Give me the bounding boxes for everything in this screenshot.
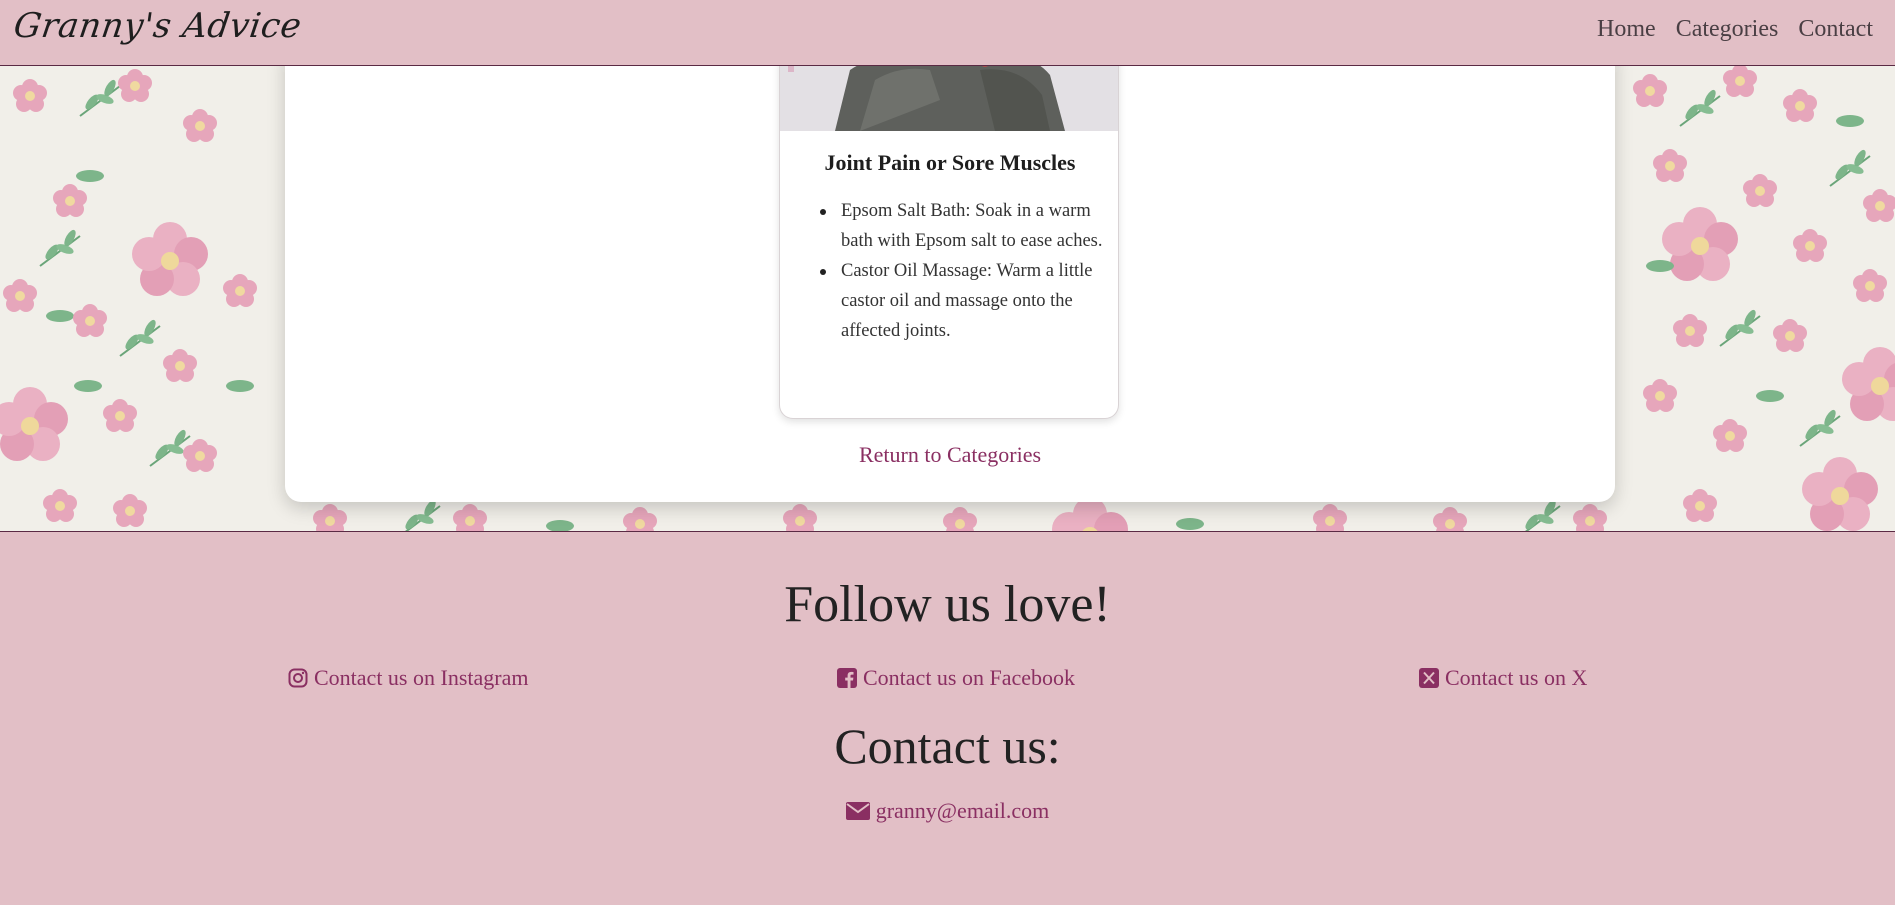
return-to-categories-link[interactable]: Return to Categories — [285, 442, 1615, 468]
x-icon — [1419, 668, 1439, 688]
footer: Follow us love! Contact us on Instagram … — [0, 533, 1895, 905]
follow-heading: Follow us love! — [784, 576, 1111, 633]
nav-links: Home Categories Contact — [1597, 16, 1873, 43]
email-link-label: granny@email.com — [875, 798, 1050, 823]
main-content-card: Joint Pain or Sore Muscles Epsom Salt Ba… — [285, 50, 1615, 502]
facebook-link[interactable]: Contact us on Facebook — [837, 665, 1075, 691]
x-link[interactable]: Contact us on X — [1419, 665, 1587, 691]
navbar: Granny's Advice Home Categories Contact — [0, 0, 1895, 66]
remedy-title: Joint Pain or Sore Muscles — [824, 150, 1076, 175]
envelope-icon — [845, 802, 870, 820]
nav-home-link[interactable]: Home — [1597, 16, 1656, 43]
instagram-link-label: Contact us on Instagram — [314, 665, 529, 690]
remedy-list: Epsom Salt Bath: Soak in a warm bath wit… — [820, 196, 1105, 346]
instagram-icon — [288, 668, 308, 688]
instagram-link[interactable]: Contact us on Instagram — [288, 665, 528, 691]
remedy-item: Epsom Salt Bath: Soak in a warm bath wit… — [820, 196, 1105, 256]
email-link[interactable]: granny@email.com — [0, 798, 1895, 824]
x-link-label: Contact us on X — [1445, 665, 1588, 690]
nav-contact-link[interactable]: Contact — [1798, 16, 1873, 43]
facebook-link-label: Contact us on Facebook — [863, 665, 1076, 690]
facebook-icon — [837, 668, 857, 688]
remedy-card: Joint Pain or Sore Muscles Epsom Salt Ba… — [779, 50, 1119, 419]
contact-heading: Contact us: — [834, 718, 1061, 774]
brand-logo[interactable]: Granny's Advice — [11, 6, 304, 46]
remedy-item: Castor Oil Massage: Warm a little castor… — [820, 256, 1105, 346]
nav-categories-link[interactable]: Categories — [1676, 16, 1779, 43]
